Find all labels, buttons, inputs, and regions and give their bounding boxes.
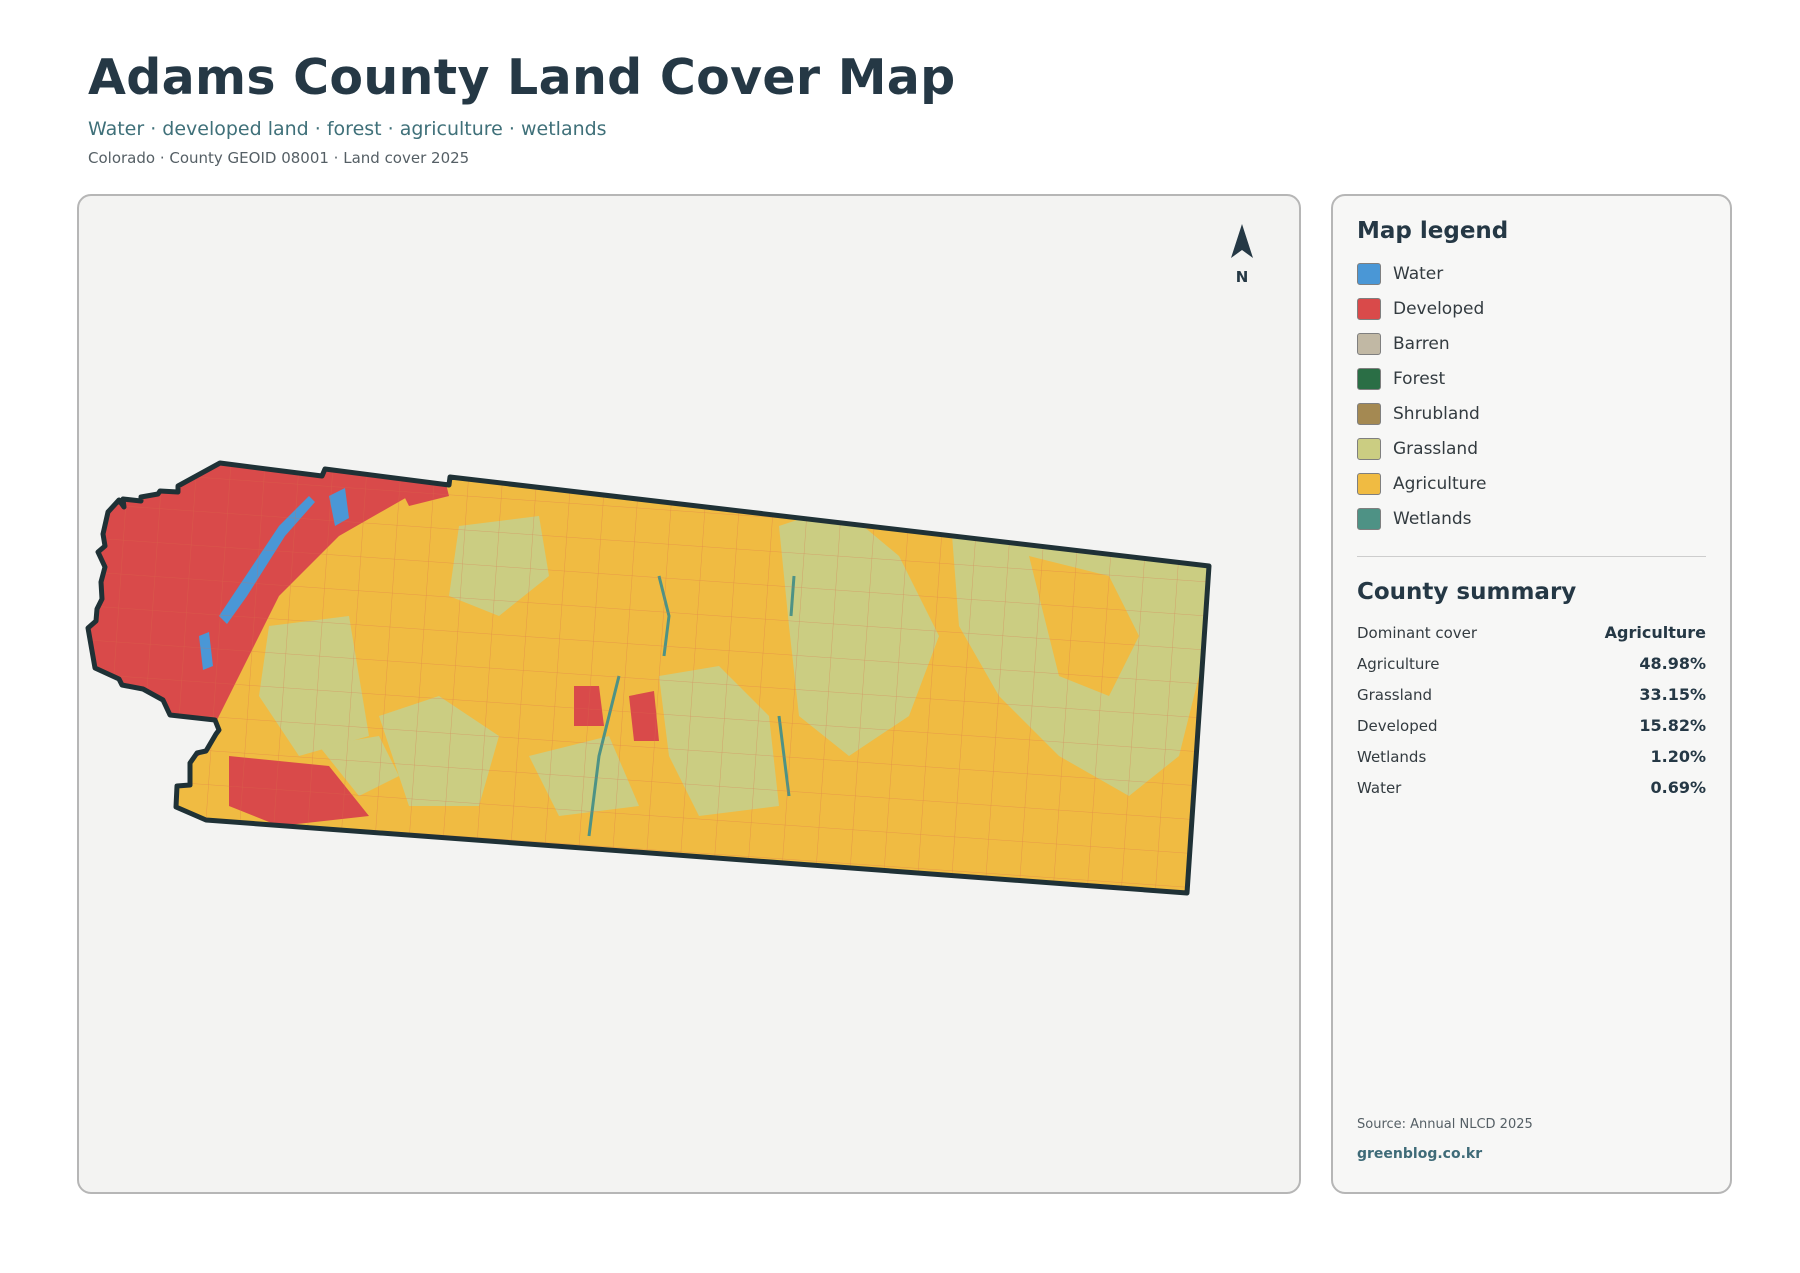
north-arrow-icon xyxy=(1231,224,1253,258)
agriculture-swatch xyxy=(1357,472,1381,495)
grassland-swatch xyxy=(1357,437,1381,460)
barren-swatch xyxy=(1357,332,1381,355)
map-panel[interactable] xyxy=(77,194,1301,1194)
legend-label: Forest xyxy=(1393,368,1446,389)
source-text: Source: Annual NLCD 2025 xyxy=(1357,1117,1533,1132)
legend-item-water: Water xyxy=(1357,256,1706,291)
legend-label: Developed xyxy=(1393,298,1485,319)
summary-value: 33.15% xyxy=(1639,685,1706,704)
forest-swatch xyxy=(1357,367,1381,390)
page-title: Adams County Land Cover Map xyxy=(88,49,956,106)
summary-key: Developed xyxy=(1357,716,1438,735)
summary-key: Agriculture xyxy=(1357,654,1440,673)
legend-label: Shrubland xyxy=(1393,403,1480,424)
summary-row: Dominant cover Agriculture xyxy=(1357,617,1706,648)
site-link[interactable]: greenblog.co.kr xyxy=(1357,1146,1533,1162)
legend-item-developed: Developed xyxy=(1357,291,1706,326)
legend-item-agriculture: Agriculture xyxy=(1357,466,1706,501)
summary-value: 1.20% xyxy=(1650,747,1706,766)
legend-label: Water xyxy=(1393,263,1444,284)
legend-item-barren: Barren xyxy=(1357,326,1706,361)
land-cover-map[interactable] xyxy=(79,196,1301,1194)
compass: N xyxy=(1222,222,1262,286)
side-panel: Map legend Water Developed Barren Forest… xyxy=(1331,194,1732,1194)
summary-row: Agriculture 48.98% xyxy=(1357,648,1706,679)
summary-row: Grassland 33.15% xyxy=(1357,679,1706,710)
page-meta: Colorado · County GEOID 08001 · Land cov… xyxy=(88,149,470,167)
summary-key: Wetlands xyxy=(1357,747,1427,766)
footer: Source: Annual NLCD 2025 greenblog.co.kr xyxy=(1357,1117,1533,1162)
summary-value: 15.82% xyxy=(1639,716,1706,735)
county-summary: Dominant cover Agriculture Agriculture 4… xyxy=(1357,617,1706,803)
summary-value: 0.69% xyxy=(1650,778,1706,797)
legend-item-forest: Forest xyxy=(1357,361,1706,396)
map-legend: Water Developed Barren Forest Shrubland … xyxy=(1357,256,1706,536)
summary-key: Dominant cover xyxy=(1357,623,1478,642)
summary-row: Developed 15.82% xyxy=(1357,710,1706,741)
summary-key: Water xyxy=(1357,778,1402,797)
land-cover-fill xyxy=(88,463,1209,893)
water-swatch xyxy=(1357,262,1381,285)
summary-row: Wetlands 1.20% xyxy=(1357,741,1706,772)
legend-item-shrubland: Shrubland xyxy=(1357,396,1706,431)
legend-label: Grassland xyxy=(1393,438,1478,459)
legend-label: Agriculture xyxy=(1393,473,1487,494)
legend-item-wetlands: Wetlands xyxy=(1357,501,1706,536)
page-subtitle: Water · developed land · forest · agricu… xyxy=(88,118,607,140)
legend-label: Barren xyxy=(1393,333,1450,354)
north-label: N xyxy=(1235,268,1249,286)
summary-title: County summary xyxy=(1357,579,1577,605)
summary-value: Agriculture xyxy=(1604,623,1706,642)
summary-value: 48.98% xyxy=(1639,654,1706,673)
legend-label: Wetlands xyxy=(1393,508,1472,529)
developed-swatch xyxy=(1357,297,1381,320)
shrubland-swatch xyxy=(1357,402,1381,425)
legend-title: Map legend xyxy=(1357,218,1509,244)
summary-key: Grassland xyxy=(1357,685,1432,704)
divider xyxy=(1357,556,1706,557)
summary-row: Water 0.69% xyxy=(1357,772,1706,803)
legend-item-grassland: Grassland xyxy=(1357,431,1706,466)
wetlands-swatch xyxy=(1357,507,1381,530)
header: Adams County Land Cover Map Water · deve… xyxy=(88,44,956,167)
